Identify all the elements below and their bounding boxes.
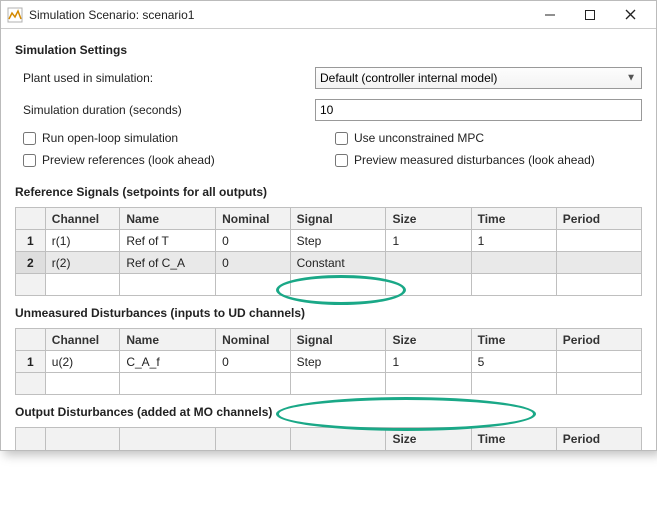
col-time[interactable]: Time xyxy=(471,208,556,230)
col-nominal[interactable]: Nominal xyxy=(216,208,291,230)
preview-refs-label: Preview references (look ahead) xyxy=(42,153,215,167)
settings-heading: Simulation Settings xyxy=(15,43,642,57)
duration-input[interactable] xyxy=(315,99,642,121)
cell-name[interactable]: Ref of C_A xyxy=(120,252,216,274)
col-time[interactable]: Time xyxy=(471,329,556,351)
rownum-header xyxy=(16,208,46,230)
col-signal[interactable]: Signal xyxy=(290,329,386,351)
plant-select[interactable]: Default (controller internal model) xyxy=(315,67,642,89)
titlebar: Simulation Scenario: scenario1 xyxy=(1,1,656,29)
reference-signals-heading: Reference Signals (setpoints for all out… xyxy=(15,185,642,199)
col-size[interactable]: Size xyxy=(386,329,471,351)
table-header-row: Size Time Period xyxy=(16,428,642,450)
table-header-row: Channel Name Nominal Signal Size Time Pe… xyxy=(16,329,642,351)
cell-period[interactable] xyxy=(556,230,641,252)
table-row[interactable]: 1 r(1) Ref of T 0 Step 1 1 xyxy=(16,230,642,252)
col-period[interactable]: Period xyxy=(556,329,641,351)
col-signal[interactable]: Signal xyxy=(290,208,386,230)
cell-size[interactable]: 1 xyxy=(386,351,471,373)
row-index: 1 xyxy=(16,351,46,373)
cell-channel[interactable]: u(2) xyxy=(45,351,120,373)
window-title: Simulation Scenario: scenario1 xyxy=(29,8,194,22)
duration-label: Simulation duration (seconds) xyxy=(15,103,315,117)
table-row[interactable]: 2 r(2) Ref of C_A 0 Constant xyxy=(16,252,642,274)
cell-nominal[interactable]: 0 xyxy=(216,230,291,252)
cell-signal[interactable]: Step xyxy=(290,351,386,373)
unmeasured-disturbances-heading: Unmeasured Disturbances (inputs to UD ch… xyxy=(15,306,642,320)
table-row[interactable]: 1 u(2) C_A_f 0 Step 1 5 xyxy=(16,351,642,373)
cell-channel[interactable]: r(1) xyxy=(45,230,120,252)
cell-signal[interactable]: Step xyxy=(290,230,386,252)
cell-time[interactable]: 1 xyxy=(471,230,556,252)
row-index: 1 xyxy=(16,230,46,252)
col-name[interactable]: Name xyxy=(120,208,216,230)
app-icon xyxy=(7,7,23,23)
col-nominal[interactable]: Nominal xyxy=(216,329,291,351)
unconstrained-checkbox-input[interactable] xyxy=(335,132,348,145)
col-size[interactable]: Size xyxy=(386,428,471,450)
table-header-row: Channel Name Nominal Signal Size Time Pe… xyxy=(16,208,642,230)
cell-period[interactable] xyxy=(556,252,641,274)
cell-period[interactable] xyxy=(556,351,641,373)
unconstrained-label: Use unconstrained MPC xyxy=(354,131,484,145)
minimize-button[interactable] xyxy=(530,3,570,27)
col-size[interactable]: Size xyxy=(386,208,471,230)
cell-size[interactable] xyxy=(386,252,471,274)
unconstrained-checkbox[interactable]: Use unconstrained MPC xyxy=(335,131,642,145)
output-disturbances-heading: Output Disturbances (added at MO channel… xyxy=(15,405,642,419)
close-button[interactable] xyxy=(610,3,650,27)
open-loop-checkbox[interactable]: Run open-loop simulation xyxy=(23,131,335,145)
row-index: 2 xyxy=(16,252,46,274)
unmeasured-disturbances-table[interactable]: Channel Name Nominal Signal Size Time Pe… xyxy=(15,328,642,395)
preview-md-checkbox-input[interactable] xyxy=(335,154,348,167)
preview-refs-checkbox[interactable]: Preview references (look ahead) xyxy=(23,153,335,167)
preview-md-label: Preview measured disturbances (look ahea… xyxy=(354,153,595,167)
plant-label: Plant used in simulation: xyxy=(15,71,315,85)
cell-name[interactable]: C_A_f xyxy=(120,351,216,373)
maximize-button[interactable] xyxy=(570,3,610,27)
col-name[interactable]: Name xyxy=(120,329,216,351)
col-period[interactable]: Period xyxy=(556,428,641,450)
preview-md-checkbox[interactable]: Preview measured disturbances (look ahea… xyxy=(335,153,642,167)
cell-time[interactable] xyxy=(471,252,556,274)
col-channel[interactable]: Channel xyxy=(45,208,120,230)
dialog-window: Simulation Scenario: scenario1 Simulatio… xyxy=(0,0,657,451)
cell-signal[interactable]: Constant xyxy=(290,252,386,274)
cell-nominal[interactable]: 0 xyxy=(216,252,291,274)
col-period[interactable]: Period xyxy=(556,208,641,230)
table-row-empty xyxy=(16,274,642,296)
cell-size[interactable]: 1 xyxy=(386,230,471,252)
open-loop-label: Run open-loop simulation xyxy=(42,131,178,145)
cell-name[interactable]: Ref of T xyxy=(120,230,216,252)
content-area: Simulation Settings Plant used in simula… xyxy=(1,29,656,450)
output-disturbances-table[interactable]: Size Time Period xyxy=(15,427,642,450)
reference-signals-table[interactable]: Channel Name Nominal Signal Size Time Pe… xyxy=(15,207,642,296)
rownum-header xyxy=(16,329,46,351)
cell-time[interactable]: 5 xyxy=(471,351,556,373)
col-time[interactable]: Time xyxy=(471,428,556,450)
col-channel[interactable]: Channel xyxy=(45,329,120,351)
table-row-empty xyxy=(16,373,642,395)
preview-refs-checkbox-input[interactable] xyxy=(23,154,36,167)
cell-channel[interactable]: r(2) xyxy=(45,252,120,274)
open-loop-checkbox-input[interactable] xyxy=(23,132,36,145)
cell-nominal[interactable]: 0 xyxy=(216,351,291,373)
